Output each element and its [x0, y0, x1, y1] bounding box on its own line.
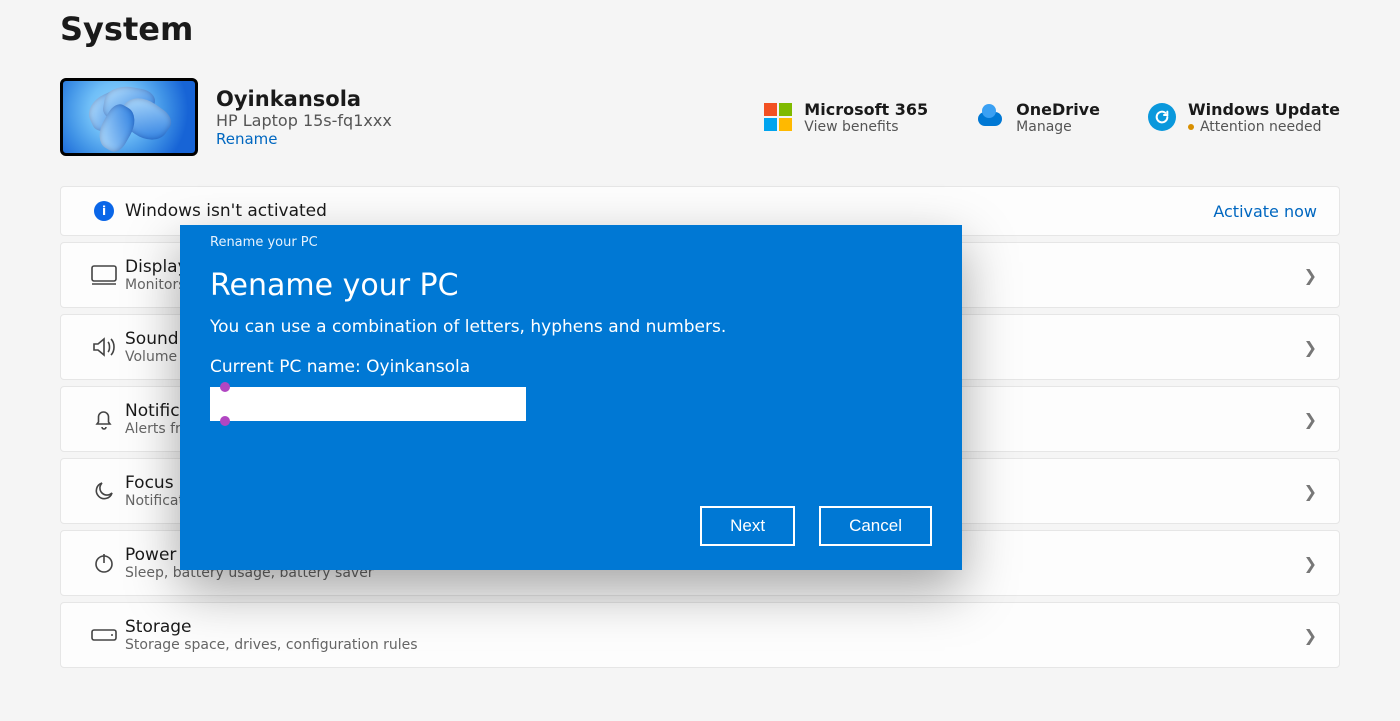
chevron-right-icon: ❯ [1304, 554, 1317, 573]
setting-storage[interactable]: Storage Storage space, drives, configura… [60, 602, 1340, 668]
promo-onedrive-title: OneDrive [1016, 100, 1100, 119]
power-icon [83, 551, 125, 575]
promo-onedrive-sub: Manage [1016, 119, 1100, 135]
setting-storage-sub: Storage space, drives, configuration rul… [125, 637, 1304, 653]
setting-storage-title: Storage [125, 617, 1304, 637]
storage-icon [83, 627, 125, 643]
device-model: HP Laptop 15s-fq1xxx [216, 111, 392, 130]
selection-handle-icon [220, 382, 230, 392]
activate-now-link[interactable]: Activate now [1213, 202, 1317, 221]
display-icon [83, 264, 125, 286]
dialog-current-name: Current PC name: Oyinkansola [210, 357, 932, 377]
promo-m365-title: Microsoft 365 [804, 100, 928, 119]
pc-name-input[interactable] [210, 387, 526, 421]
moon-icon [83, 479, 125, 503]
onedrive-icon [976, 108, 1004, 126]
dialog-description: You can use a combination of letters, hy… [210, 317, 932, 337]
rename-pc-dialog: Rename your PC Rename your PC You can us… [180, 225, 962, 570]
chevron-right-icon: ❯ [1304, 626, 1317, 645]
promo-wu-title: Windows Update [1188, 100, 1340, 119]
chevron-right-icon: ❯ [1304, 482, 1317, 501]
promo-m365-sub: View benefits [804, 119, 928, 135]
info-icon: i [94, 201, 114, 221]
windows-update-icon [1148, 103, 1176, 131]
cancel-button[interactable]: Cancel [819, 506, 932, 546]
activation-message: Windows isn't activated [125, 201, 1213, 221]
rename-link[interactable]: Rename [216, 130, 392, 148]
promo-windows-update[interactable]: Windows Update Attention needed [1148, 100, 1340, 135]
device-name: Oyinkansola [216, 87, 392, 111]
dialog-titlebar: Rename your PC [210, 225, 932, 250]
sound-icon [83, 336, 125, 358]
page-title: System [60, 10, 1340, 48]
chevron-right-icon: ❯ [1304, 338, 1317, 357]
next-button[interactable]: Next [700, 506, 795, 546]
bell-icon [83, 407, 125, 431]
promo-wu-sub: Attention needed [1188, 119, 1340, 135]
device-summary: Oyinkansola HP Laptop 15s-fq1xxx Rename … [60, 78, 1340, 156]
microsoft-logo-icon [764, 103, 792, 131]
device-thumbnail [60, 78, 198, 156]
dialog-heading: Rename your PC [210, 268, 932, 303]
chevron-right-icon: ❯ [1304, 410, 1317, 429]
promo-onedrive[interactable]: OneDrive Manage [976, 100, 1100, 135]
chevron-right-icon: ❯ [1304, 266, 1317, 285]
selection-handle-icon [220, 416, 230, 426]
promo-m365[interactable]: Microsoft 365 View benefits [764, 100, 928, 135]
